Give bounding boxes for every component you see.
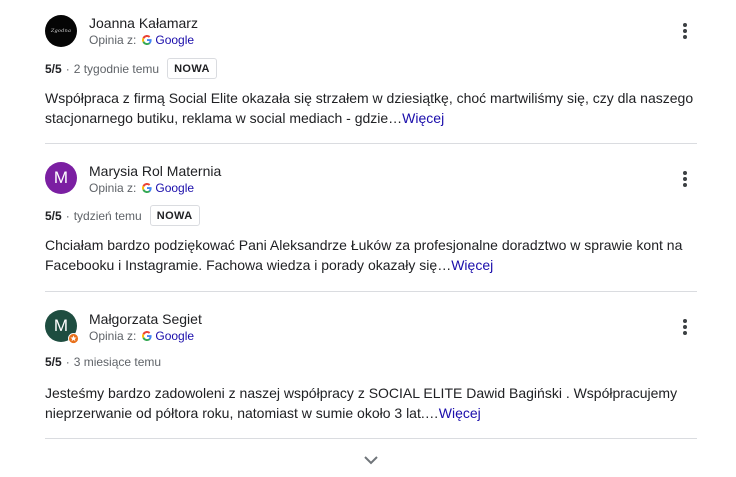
source-prefix: Opinia z: <box>89 33 137 47</box>
source-google-link[interactable]: Google <box>155 329 194 343</box>
review-text-body: Chciałam bardzo podziękować Pani Aleksan… <box>45 237 683 273</box>
avatar-logo: Zgodna <box>50 28 72 34</box>
google-g-icon <box>142 35 152 45</box>
review-time: 3 miesiące temu <box>73 355 162 369</box>
avatar[interactable]: Zgodna <box>45 15 77 47</box>
expand-reviews-button[interactable] <box>362 453 380 467</box>
reviewer-name[interactable]: Małgorzata Segiet <box>89 311 202 327</box>
review-text: Chciałam bardzo podziękować Pani Aleksan… <box>45 235 701 275</box>
new-badge: NOWA <box>149 205 200 226</box>
review-text-body: Współpraca z firmą Social Elite okazała … <box>45 90 694 126</box>
google-g-icon <box>142 183 152 193</box>
review-card: M Małgorzata Segiet Opinia z: Google 5/5… <box>45 292 697 439</box>
review-source: Opinia z: Google <box>89 181 194 195</box>
review-meta: 5/5 · 2 tygodnie temu NOWA <box>45 58 217 79</box>
review-text: Współpraca z firmą Social Elite okazała … <box>45 88 701 128</box>
rating: 5/5 <box>45 61 62 76</box>
avatar[interactable]: M <box>45 310 79 344</box>
rating: 5/5 <box>45 208 62 223</box>
review-source: Opinia z: Google <box>89 329 194 343</box>
more-link[interactable]: Więcej <box>439 405 481 421</box>
reviewer-name[interactable]: Joanna Kałamarz <box>89 15 198 31</box>
review-time: 2 tygodnie temu <box>73 61 160 76</box>
source-google-link[interactable]: Google <box>155 181 194 195</box>
avatar[interactable]: M <box>45 162 77 194</box>
review-text-body: Jesteśmy bardzo zadowoleni z naszej wspó… <box>45 385 678 421</box>
google-g-icon <box>142 331 152 341</box>
more-vert-icon <box>683 319 687 323</box>
rating: 5/5 <box>45 355 62 369</box>
more-options-button[interactable] <box>679 21 691 41</box>
reviewer-name[interactable]: Marysia Rol Maternia <box>89 163 221 179</box>
more-link[interactable]: Więcej <box>451 257 493 273</box>
more-options-button[interactable] <box>679 169 691 189</box>
more-options-button[interactable] <box>679 317 691 337</box>
local-guide-badge-icon <box>68 333 79 344</box>
source-prefix: Opinia z: <box>89 329 137 343</box>
source-google-link[interactable]: Google <box>155 33 194 47</box>
reviews-list: Zgodna Joanna Kałamarz Opinia z: Google … <box>45 0 697 439</box>
source-prefix: Opinia z: <box>89 181 137 195</box>
review-meta: 5/5 · tydzień temu NOWA <box>45 205 200 226</box>
new-badge: NOWA <box>167 58 217 79</box>
review-text: Jesteśmy bardzo zadowoleni z naszej wspó… <box>45 383 701 423</box>
review-time: tydzień temu <box>73 208 142 223</box>
avatar-initial: M <box>53 316 69 335</box>
more-link[interactable]: Więcej <box>402 110 444 126</box>
review-card: Zgodna Joanna Kałamarz Opinia z: Google … <box>45 0 697 144</box>
chevron-down-icon <box>364 456 378 465</box>
review-card: M Marysia Rol Maternia Opinia z: Google … <box>45 144 697 292</box>
review-meta: 5/5 · 3 miesiące temu <box>45 355 162 369</box>
more-vert-icon <box>683 23 687 27</box>
review-source: Opinia z: Google <box>89 33 194 47</box>
more-vert-icon <box>683 171 687 175</box>
avatar-initial: M <box>53 168 69 187</box>
